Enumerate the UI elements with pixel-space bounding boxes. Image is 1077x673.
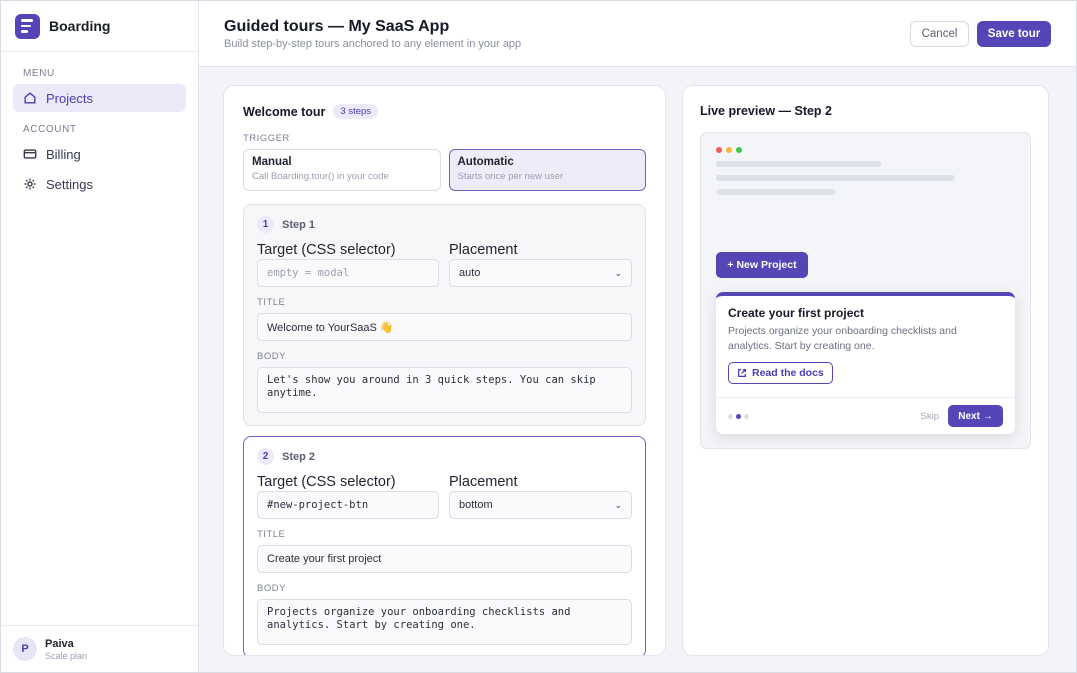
skeleton-line — [716, 161, 881, 167]
trigger-option-title: Automatic — [457, 156, 514, 168]
chevron-down-icon: ⌄ — [614, 267, 622, 278]
sidebar-item-label: Projects — [46, 90, 93, 106]
main-area: Guided tours — My SaaS App Build step-by… — [199, 1, 1076, 672]
page-title: Guided tours — My SaaS App — [224, 17, 450, 35]
sidebar-item-settings[interactable]: Settings — [13, 170, 186, 198]
sidebar-item-label: Billing — [46, 146, 81, 162]
read-docs-button[interactable]: Read the docs — [728, 362, 833, 384]
user-plan: Scale plan — [45, 650, 88, 661]
target-selector-input[interactable]: #new-project-btn — [257, 491, 439, 519]
trigger-option-title: Manual — [252, 156, 292, 168]
pager-dot-active — [736, 413, 741, 419]
sidebar: Boarding MENU Projects ACCOUNT Billing S… — [1, 1, 199, 672]
popover-text: Projects organize your onboarding checkl… — [728, 325, 957, 352]
app-name: Boarding — [49, 18, 111, 34]
window-dot-green — [736, 147, 742, 153]
live-preview: Live preview — Step 2 + New Project Crea… — [682, 85, 1049, 656]
page-subtitle: Build step-by-step tours anchored to any… — [224, 37, 522, 50]
save-tour-button[interactable]: Save tour — [977, 20, 1051, 47]
placement-select[interactable]: auto ⌄ — [449, 259, 632, 287]
placement-select[interactable]: bottom ⌄ — [449, 491, 632, 519]
placement-label: Placement — [449, 242, 518, 258]
step-card-2[interactable]: 2 Step 2 Target (CSS selector) #new-proj… — [243, 436, 646, 655]
step-title: Step 2 — [282, 450, 316, 463]
preview-stage: + New Project Create your first project … — [700, 132, 1031, 449]
body-label: BODY — [257, 351, 286, 362]
avatar: P — [13, 637, 37, 661]
page-header: Guided tours — My SaaS App Build step-by… — [199, 1, 1076, 67]
trigger-option-desc: Starts once per new user — [457, 171, 564, 182]
user-name: Paiva — [45, 637, 74, 650]
step-number: 1 — [257, 216, 274, 233]
steps-count-badge: 3 steps — [333, 104, 379, 119]
skip-button[interactable]: Skip — [921, 411, 939, 422]
skeleton-line — [716, 189, 836, 195]
placement-label: Placement — [449, 474, 518, 490]
skeleton-line — [716, 175, 955, 181]
app-window: Boarding MENU Projects ACCOUNT Billing S… — [0, 0, 1077, 673]
preview-title: Live preview — Step 2 — [700, 104, 832, 118]
sidebar-item-projects[interactable]: Projects — [13, 84, 186, 112]
step-title-input[interactable]: Create your first project — [257, 545, 632, 573]
read-docs-label: Read the docs — [752, 367, 824, 379]
target-selector-input[interactable]: empty = modal — [257, 259, 439, 287]
step-card-1[interactable]: 1 Step 1 Target (CSS selector) empty = m… — [243, 204, 646, 426]
trigger-automatic-option[interactable]: Automatic Starts once per new user — [448, 149, 646, 191]
step-title-input[interactable]: Welcome to YourSaaS 👋 — [257, 313, 632, 341]
target-label: Target (CSS selector) — [257, 474, 396, 490]
window-dot-yellow — [726, 147, 732, 153]
step-body-textarea[interactable]: Projects organize your onboarding checkl… — [257, 599, 632, 645]
sidebar-item-billing[interactable]: Billing — [13, 140, 186, 168]
tour-name: Welcome tour — [243, 104, 326, 119]
placement-value: auto — [459, 267, 481, 279]
account-section-label: ACCOUNT — [23, 124, 77, 135]
cancel-button[interactable]: Cancel — [910, 20, 969, 47]
sidebar-item-label: Settings — [46, 176, 93, 192]
target-placeholder: empty = modal — [267, 267, 350, 279]
sidebar-nav: MENU Projects ACCOUNT Billing Settings — [1, 52, 198, 625]
title-label: TITLE — [257, 297, 286, 308]
pager-dot — [744, 413, 749, 419]
brand: Boarding — [1, 1, 198, 52]
content: Welcome tour 3 steps TRIGGER Manual Call… — [199, 67, 1076, 672]
tour-editor: Welcome tour 3 steps TRIGGER Manual Call… — [223, 85, 666, 656]
tour-popover: Create your first project Projects organ… — [716, 292, 1015, 434]
menu-section-label: MENU — [23, 68, 55, 79]
step-number: 2 — [257, 448, 274, 465]
chevron-down-icon: ⌄ — [614, 499, 622, 510]
gear-icon — [24, 178, 36, 190]
window-dots — [716, 147, 1015, 153]
user-profile[interactable]: P Paiva Scale plan — [1, 625, 198, 672]
boarding-logo-icon — [15, 13, 40, 39]
next-button[interactable]: Next → — [948, 405, 1003, 427]
trigger-label: TRIGGER — [243, 133, 290, 144]
external-link-icon — [738, 369, 746, 377]
step-pager — [728, 413, 749, 419]
step-title: Step 1 — [282, 218, 316, 231]
trigger-manual-option[interactable]: Manual Call Boarding.tour() in your code — [243, 149, 441, 191]
step-body-textarea[interactable]: Let's show you around in 3 quick steps. … — [257, 367, 632, 413]
body-label: BODY — [257, 583, 286, 594]
title-label: TITLE — [257, 529, 286, 540]
home-icon — [24, 92, 36, 104]
window-dot-red — [716, 147, 722, 153]
target-label: Target (CSS selector) — [257, 242, 396, 258]
placement-value: bottom — [459, 499, 493, 511]
pager-dot — [728, 413, 733, 419]
card-icon — [23, 149, 37, 159]
trigger-option-desc: Call Boarding.tour() in your code — [252, 171, 389, 182]
new-project-button[interactable]: + New Project — [716, 252, 808, 278]
popover-title: Create your first project — [728, 306, 865, 320]
